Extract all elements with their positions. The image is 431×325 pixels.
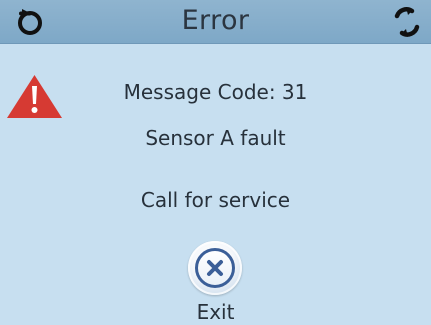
service-message-text: Call for service <box>140 188 291 212</box>
fault-message-text: Sensor A fault <box>145 126 286 150</box>
exit-label: Exit <box>196 300 235 324</box>
close-icon <box>195 248 235 288</box>
message-code-text: Message Code: 31 <box>123 80 308 104</box>
header-bar: Error <box>0 0 431 44</box>
page-title: Error <box>181 5 250 36</box>
sync-icon <box>388 5 426 39</box>
exit-button[interactable] <box>188 241 242 295</box>
error-screen: Error Message Code: 31 Sensor A fault Ca… <box>0 0 431 325</box>
sync-button[interactable] <box>383 0 431 44</box>
